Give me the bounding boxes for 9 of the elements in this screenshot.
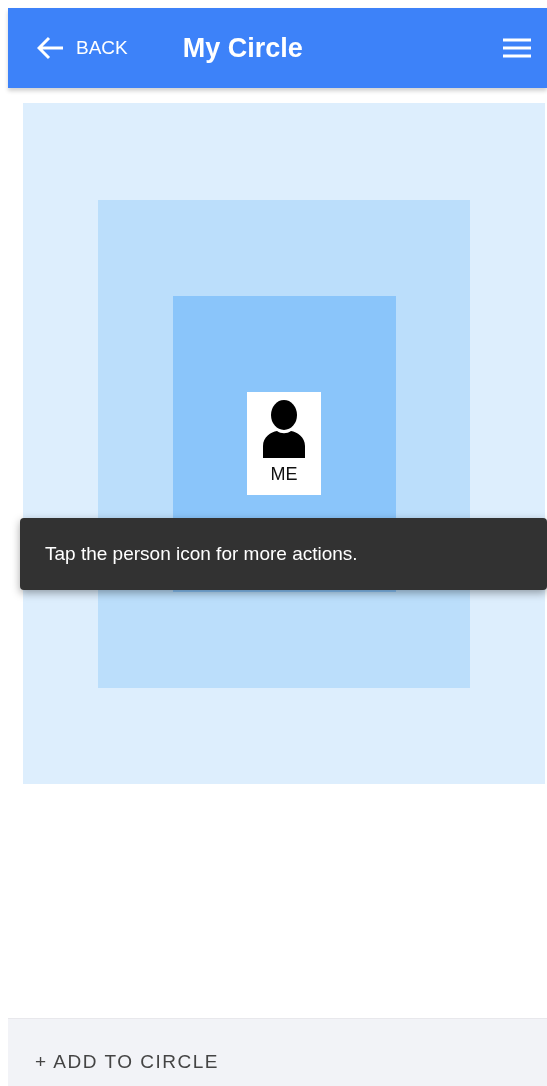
screen-title: My Circle: [182, 32, 303, 64]
menu-button[interactable]: [503, 38, 531, 58]
back-button[interactable]: BACK: [37, 36, 128, 60]
back-arrow-icon: [37, 36, 64, 60]
add-to-circle-button[interactable]: + ADD TO CIRCLE: [35, 1050, 219, 1073]
menu-icon: [503, 38, 531, 58]
member-card[interactable]: ME: [247, 392, 321, 495]
toast-message: Tap the person icon for more actions.: [45, 543, 358, 565]
person-icon: [260, 400, 308, 458]
